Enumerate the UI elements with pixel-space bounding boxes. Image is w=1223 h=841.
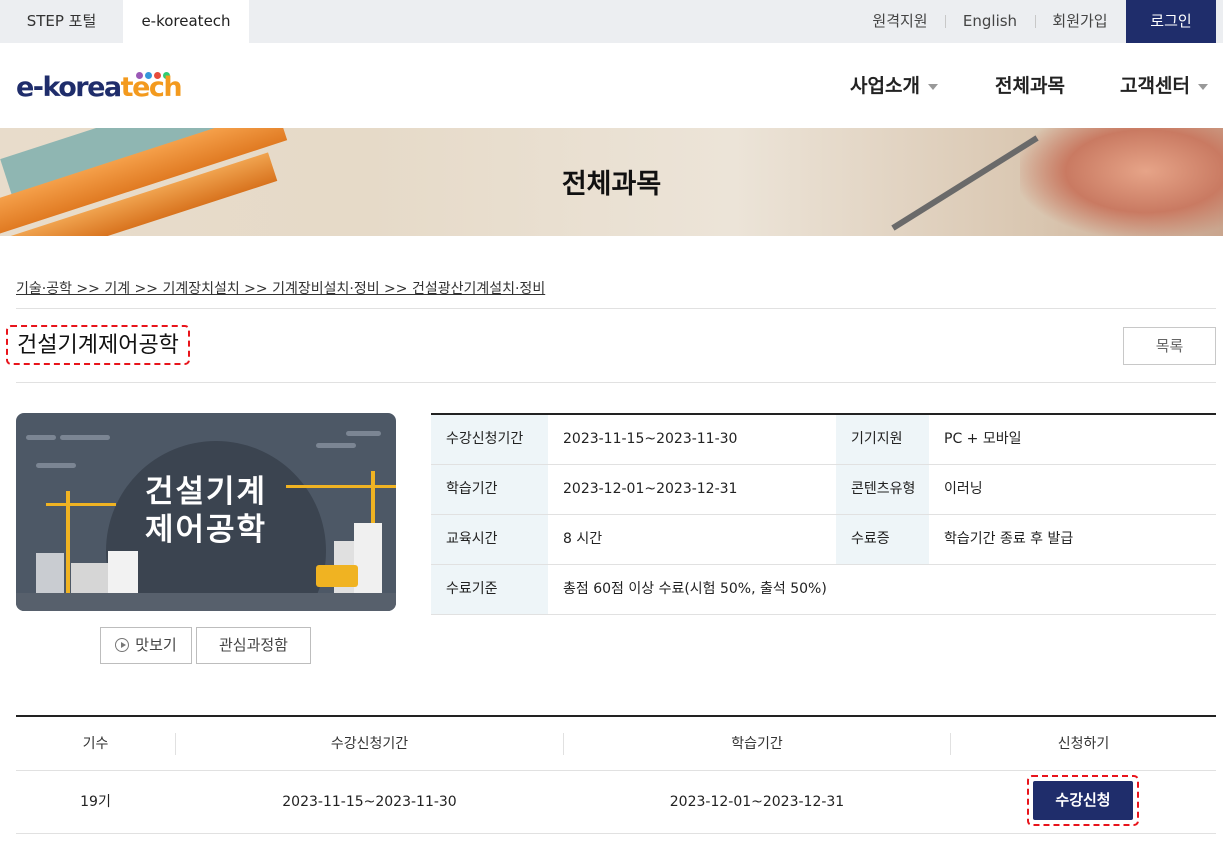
nav-label: 전체과목 (995, 75, 1065, 97)
banner-title: 전체과목 (561, 169, 662, 200)
term-cell: 19기 (80, 794, 111, 810)
course-thumbnail: 건설기계 제어공학 (16, 413, 396, 611)
divider (1035, 15, 1036, 28)
english-link[interactable]: English (950, 0, 1030, 43)
apply-period-cell: 2023-11-15~2023-11-30 (282, 794, 457, 810)
site-logo[interactable]: e-koreatech (16, 66, 183, 106)
bulldozer-shape (316, 565, 358, 587)
tab-step-portal[interactable]: STEP 포털 (0, 0, 123, 43)
tab-e-koreatech[interactable]: e-koreatech (123, 0, 249, 43)
login-button[interactable]: 로그인 (1126, 0, 1216, 43)
table-row: 학습기간 2023-12-01~2023-12-31 콘텐츠유형 이러닝 (431, 465, 1216, 515)
info-label: 수료증 (836, 515, 929, 564)
enroll-button[interactable]: 수강신청 (1033, 781, 1133, 820)
info-value: 2023-11-15~2023-11-30 (563, 431, 738, 447)
cloud-shape (346, 431, 381, 436)
breadcrumb[interactable]: 기술·공학 >> 기계 >> 기계장치설치 >> 기계장비설치·정비 >> 건설… (16, 278, 545, 298)
info-value: 8 시간 (563, 531, 603, 547)
info-label: 기기지원 (836, 415, 929, 464)
logo-text-main: e-korea (16, 72, 122, 103)
preview-label: 맛보기 (135, 636, 177, 654)
column-header: 수강신청기간 (330, 736, 409, 752)
nav-customer-center[interactable]: 고객센터 (1120, 68, 1208, 104)
table-row: 수료기준 총점 60점 이상 수료(시험 50%, 출석 50%) (431, 565, 1216, 615)
divider (945, 15, 946, 28)
study-period-cell: 2023-12-01~2023-12-31 (669, 794, 845, 810)
list-button[interactable]: 목록 (1123, 327, 1216, 365)
course-title: 건설기계제어공학 (6, 325, 190, 365)
divider (16, 308, 1216, 309)
nav-label: 고객센터 (1120, 75, 1190, 97)
info-value: PC + 모바일 (944, 431, 1022, 447)
top-utility-bar: STEP 포털 e-koreatech 원격지원 English 회원가입 로그… (0, 0, 1223, 43)
info-value: 총점 60점 이상 수료(시험 50%, 출석 50%) (563, 581, 827, 597)
table-header: 기수 수강신청기간 학습기간 신청하기 (16, 717, 1216, 771)
building-shape (36, 553, 64, 595)
thumbnail-title-line: 제어공학 (144, 512, 268, 548)
column-header: 학습기간 (731, 736, 783, 752)
divider (16, 382, 1216, 383)
table-row: 교육시간 8 시간 수료증 학습기간 종료 후 발급 (431, 515, 1216, 565)
cloud-shape (26, 435, 56, 440)
info-value: 이러닝 (944, 481, 983, 497)
play-circle-icon (115, 638, 130, 652)
column-header: 기수 (82, 736, 109, 752)
caret-down-icon (1197, 83, 1208, 90)
thumbnail-title: 건설기계 제어공학 (16, 473, 396, 549)
info-value: 학습기간 종료 후 발급 (944, 531, 1074, 547)
signup-link[interactable]: 회원가입 (1040, 0, 1120, 43)
cloud-shape (60, 435, 110, 440)
info-label: 학습기간 (431, 465, 548, 514)
info-label: 콘텐츠유형 (836, 465, 929, 514)
preview-button[interactable]: 맛보기 (100, 627, 192, 664)
cloud-shape (316, 443, 356, 448)
remote-support-link[interactable]: 원격지원 (860, 0, 940, 43)
info-label: 교육시간 (431, 515, 548, 564)
nav-all-courses[interactable]: 전체과목 (995, 68, 1065, 104)
logo-text: e-koreatech (16, 72, 183, 103)
page-banner: 전체과목 (0, 128, 1223, 236)
course-info-table: 수강신청기간 2023-11-15~2023-11-30 기기지원 PC + 모… (431, 413, 1216, 615)
nav-business-intro[interactable]: 사업소개 (850, 68, 938, 104)
thumbnail-title-line: 건설기계 (144, 474, 268, 510)
nav-label: 사업소개 (850, 75, 920, 97)
thumbnail-ground (16, 593, 396, 611)
building-shape (71, 563, 111, 595)
caret-down-icon (927, 83, 938, 90)
table-row: 수강신청기간 2023-11-15~2023-11-30 기기지원 PC + 모… (431, 415, 1216, 465)
apply-button-highlight: 수강신청 (1027, 775, 1139, 826)
wishlist-button[interactable]: 관심과정함 (196, 627, 311, 664)
info-label: 수강신청기간 (431, 415, 548, 464)
info-label: 수료기준 (431, 565, 548, 614)
building-shape (108, 551, 138, 595)
logo-text-accent: tech (120, 72, 183, 103)
cloud-shape (36, 463, 76, 468)
column-header: 신청하기 (1057, 736, 1110, 752)
info-value: 2023-12-01~2023-12-31 (563, 481, 738, 497)
